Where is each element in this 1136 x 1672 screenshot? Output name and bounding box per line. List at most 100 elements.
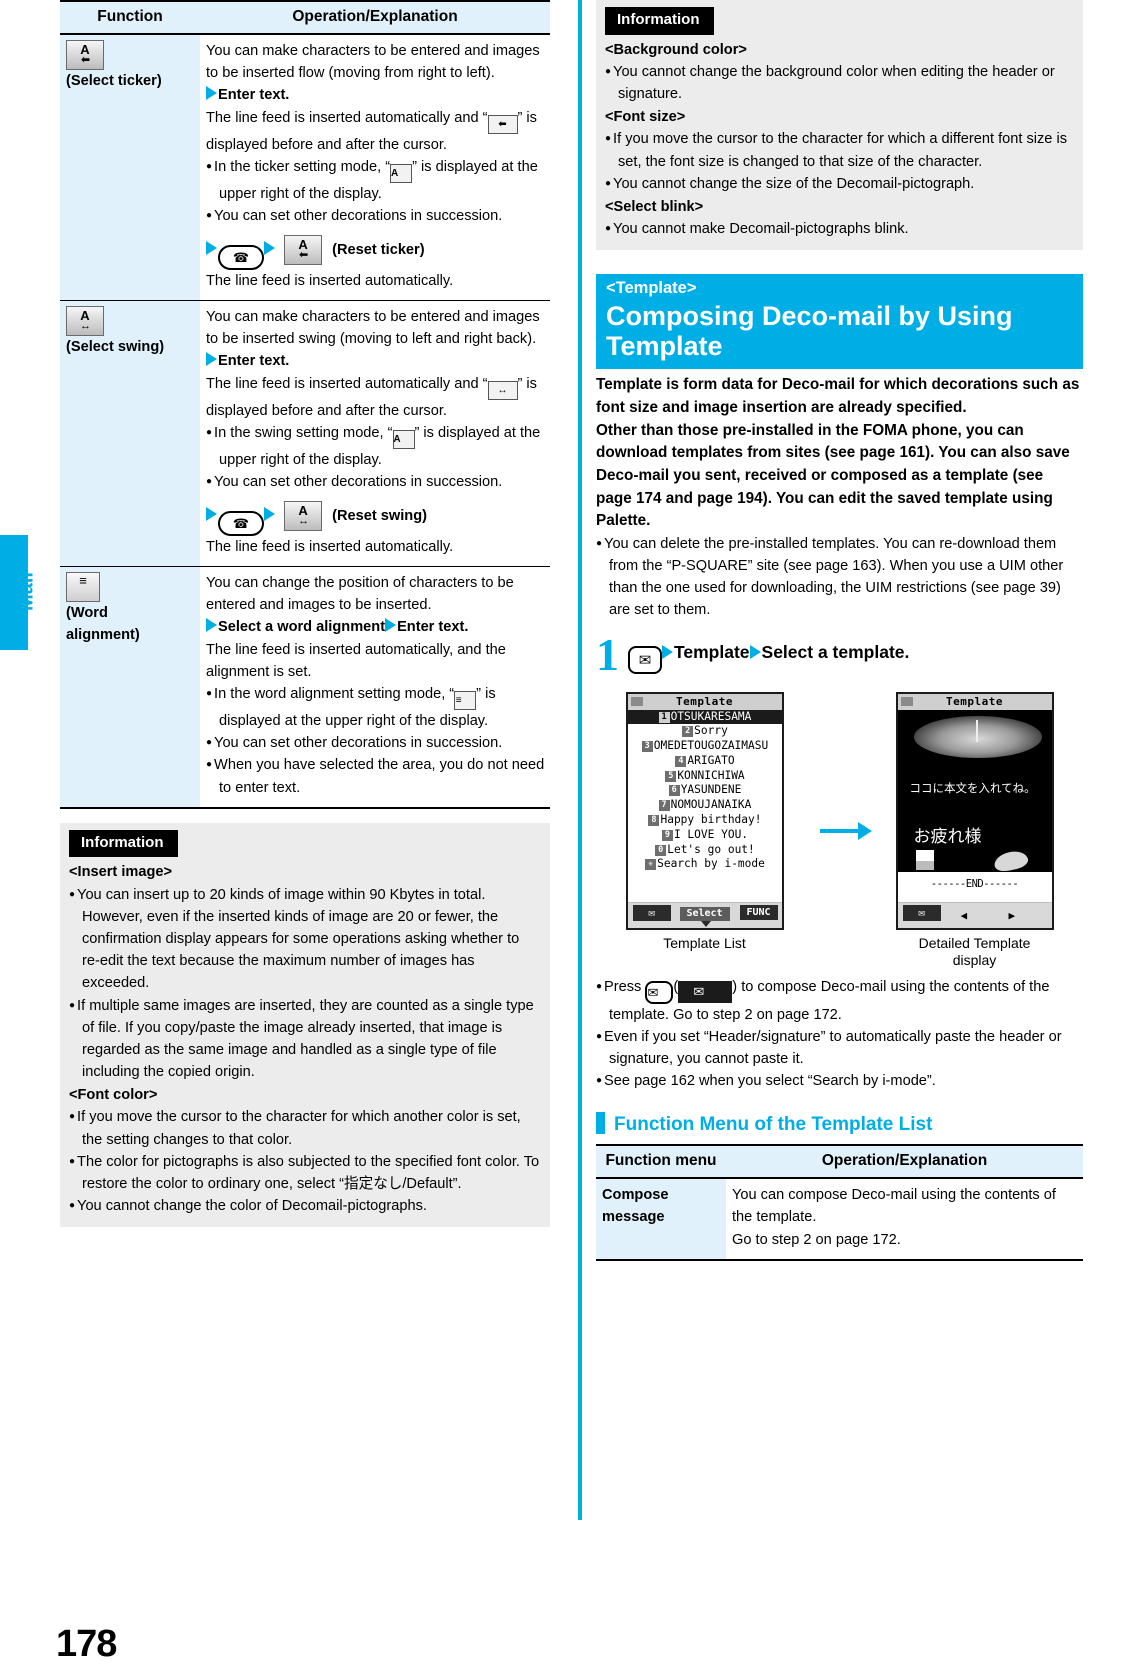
- function-cell-select-ticker: A ⬅ (Select ticker): [60, 34, 200, 302]
- bullet-line: When you have selected the area, you do …: [206, 754, 546, 798]
- bullet-line: Even if you set “Header/signature” to au…: [596, 1026, 1083, 1070]
- page-number: 178: [56, 1623, 117, 1665]
- step-line: Select a word alignment Enter text.: [206, 616, 546, 638]
- ticker-mode-icon: A: [390, 163, 413, 183]
- template-body-line-1: ココに本文を入れてね。: [909, 780, 1036, 795]
- list-item[interactable]: 7 NOMOUJANAIKA: [628, 798, 782, 813]
- operation-cell-select-ticker: You can make characters to be entered an…: [200, 34, 550, 302]
- operation-cell-word-alignment: You can change the position of character…: [200, 566, 550, 809]
- bullet-text: If you move the cursor to the character …: [613, 131, 1068, 170]
- table-row: Compose message You can compose Deco-mai…: [596, 1178, 1083, 1261]
- list-item[interactable]: 6 YASUNDENE: [628, 783, 782, 798]
- list-item-number: ✳: [645, 859, 657, 871]
- bullet-text: You can set other decorations in success…: [214, 735, 503, 752]
- list-item-number: 4: [675, 755, 687, 767]
- list-item[interactable]: 5 KONNICHIWA: [628, 769, 782, 784]
- mail-key-icon[interactable]: ✉: [628, 645, 662, 674]
- phone-titlebar: Template: [627, 693, 782, 710]
- col-header-function: Function: [60, 0, 200, 35]
- softkey-left-mail[interactable]: ✉: [632, 904, 671, 921]
- list-item-number: 9: [661, 829, 673, 841]
- bullet-text: You cannot change the color of Decomail-…: [77, 1198, 427, 1215]
- list-item-number: 0: [655, 844, 667, 856]
- softkey-center-select[interactable]: Select: [679, 906, 730, 927]
- desc-line: Go to step 2 on page 172.: [732, 1231, 901, 1248]
- list-item[interactable]: 8 Happy birthday!: [628, 813, 782, 828]
- information-subheading: <Font color>: [69, 1087, 158, 1104]
- bullet-line: You cannot change the color of Decomail-…: [69, 1195, 540, 1217]
- bullet-text: to compose Deco-mail using the contents …: [609, 978, 1050, 1023]
- mail-key-icon[interactable]: ✉: [645, 980, 674, 1004]
- decoration-image: [913, 715, 1042, 758]
- function-label: (Select swing): [66, 339, 165, 356]
- bullet-line: If you move the cursor to the character …: [69, 1106, 540, 1150]
- softkey-nav-arrows: ◀ ▶: [953, 909, 1044, 923]
- bullet-line: In the ticker setting mode, “A” is displ…: [206, 156, 546, 205]
- softkey-right-func[interactable]: FUNC: [739, 904, 778, 920]
- bullet-text: You can set other decorations in success…: [214, 473, 503, 490]
- list-item-label: ARIGATO: [687, 753, 735, 767]
- phone-screen-list: Template 1 OTSUKARESAMA 2 Sorry 3 OMEDETOUG…: [625, 691, 784, 930]
- heading-accent-bar: [596, 1112, 605, 1135]
- desc-line: The line feed is inserted automatically …: [206, 375, 488, 392]
- desc-line: You can compose Deco-mail using the cont…: [732, 1187, 1056, 1226]
- bullet-line: In the word alignment setting mode, “≡” …: [206, 683, 546, 732]
- information-box-left: Information <Insert image> You can inser…: [60, 822, 550, 1228]
- list-item-number: 8: [648, 814, 660, 826]
- col-header-operation: Operation/Explanation: [726, 1144, 1083, 1180]
- col-header-operation: Operation/Explanation: [200, 0, 550, 35]
- list-item[interactable]: 1 OTSUKARESAMA: [627, 709, 782, 725]
- function-menu-name-line1: Compose: [602, 1187, 669, 1204]
- table-row: ≡ (Word alignment) You can change the po…: [60, 566, 550, 809]
- bullet-line: You can insert up to 20 kinds of image w…: [69, 884, 540, 995]
- step-1: 1 ✉ Template Select a template.: [596, 631, 1083, 680]
- swing-mode-icon: A: [392, 429, 415, 449]
- bullet-line: You cannot change the size of the Decoma…: [605, 173, 1073, 195]
- list-item-number: 7: [658, 800, 670, 812]
- mail-status-icon: [900, 696, 913, 706]
- function-cell-select-swing: A ↔ (Select swing): [60, 300, 200, 568]
- decoration-function-table: Function Operation/Explanation A ⬅ (Selec…: [60, 0, 550, 809]
- list-item[interactable]: 0 Let's go out!: [628, 843, 782, 858]
- reset-step-line: ☎ A ⬅ (Reset ticker): [206, 235, 546, 270]
- phone-softkey-bar: ✉ Select FUNC: [627, 901, 782, 928]
- clear-key-icon: ☎: [218, 244, 264, 270]
- step-triangle-icon: [385, 618, 397, 633]
- mail-softkey-icon[interactable]: ✉: [678, 980, 733, 1003]
- step-triangle-icon: [206, 618, 217, 633]
- list-item[interactable]: ✳ Search by i-mode: [628, 857, 782, 872]
- list-item-label: OMEDETOUGOZAIMASU: [653, 739, 769, 753]
- list-item[interactable]: 9I LOVE YOU.: [628, 828, 782, 843]
- step-number: 1: [596, 628, 619, 680]
- list-item-label: Sorry: [694, 724, 728, 738]
- right-column: Information <Background color> You canno…: [578, 0, 1083, 1261]
- heading-text: Function Menu of the Template List: [614, 1114, 933, 1136]
- function-label: (Select ticker): [66, 73, 162, 89]
- list-item-number: 5: [665, 770, 677, 782]
- step-triangle-icon: [749, 644, 761, 659]
- screenshot-template-detail: Template ココに本文を入れてね。 お疲れ様 ------END-----…: [895, 691, 1054, 970]
- section-lead-bullets: You can delete the pre-installed templat…: [596, 533, 1083, 622]
- side-tab-label: Mail: [15, 572, 38, 611]
- bullet-text: If multiple same images are inserted, th…: [77, 997, 534, 1081]
- section-title: Composing Deco-mail by Using Template: [606, 300, 1013, 362]
- desc-line: The line feed is inserted automatically …: [206, 109, 488, 126]
- next-arrow-icon[interactable]: ▶: [1009, 909, 1016, 922]
- prev-arrow-icon[interactable]: ◀: [961, 909, 968, 922]
- reset-swing-key-icon: A ↔: [284, 501, 323, 532]
- function-menu-table: Function menu Operation/Explanation Comp…: [596, 1144, 1083, 1261]
- reset-label: (Reset swing): [332, 507, 427, 524]
- list-item[interactable]: 2 Sorry: [628, 724, 782, 739]
- screenshot-pair: Template 1 OTSUKARESAMA 2 Sorry 3 OMEDETOUG…: [596, 691, 1083, 970]
- template-preview-body: ココに本文を入れてね。 お疲れ様 ------END------: [897, 709, 1052, 906]
- list-item[interactable]: 4 ARIGATO: [628, 754, 782, 769]
- information-subheading: <Background color>: [605, 41, 747, 58]
- list-item[interactable]: 3 OMEDETOUGOZAIMASU: [628, 739, 782, 754]
- bullet-text: You cannot change the background color w…: [613, 63, 1055, 103]
- step-triangle-icon: [206, 86, 217, 101]
- phone-softkey-bar: ✉ ◀ ▶: [897, 901, 1052, 928]
- softkey-left-mail[interactable]: ✉: [902, 904, 941, 921]
- swing-marker-icon: ↔: [487, 380, 518, 400]
- section-kicker: <Template>: [606, 279, 697, 298]
- list-item-number: 2: [682, 726, 694, 738]
